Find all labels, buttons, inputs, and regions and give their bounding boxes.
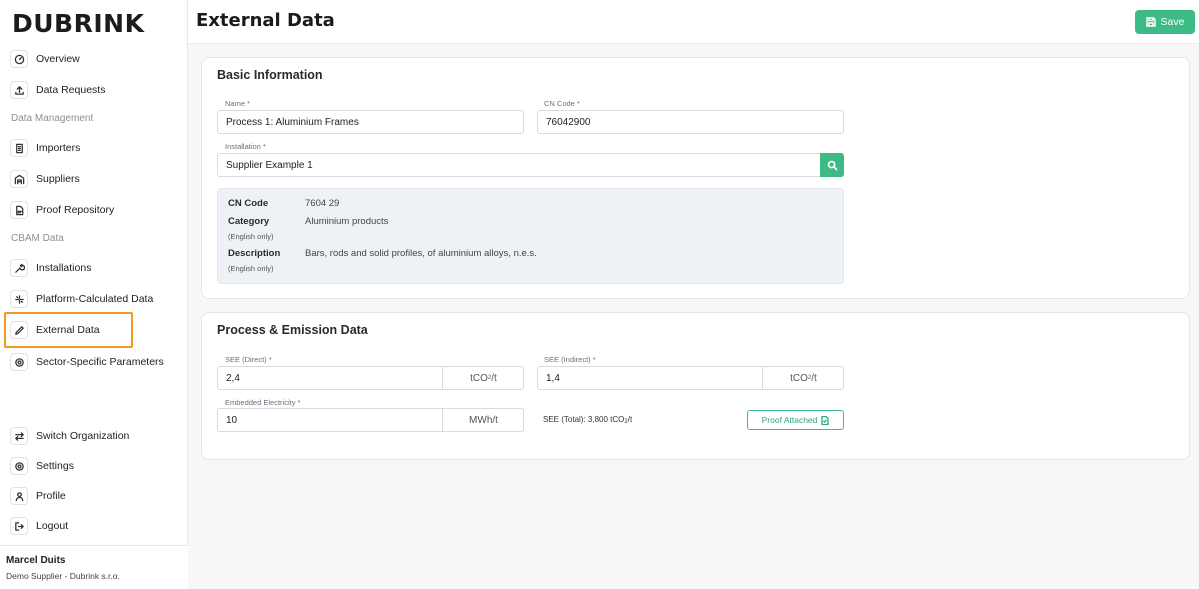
- nav-item-settings[interactable]: Settings: [10, 454, 74, 478]
- proof-attached-label: Proof Attached: [761, 415, 818, 425]
- building-icon: [10, 139, 28, 157]
- save-button[interactable]: Save: [1135, 10, 1195, 34]
- name-field-label: Name *: [225, 99, 251, 108]
- see-total-prefix: SEE (Total): 3,800 tCO: [543, 415, 625, 424]
- see-direct-label: SEE (Direct) *: [225, 355, 272, 364]
- cn-code-info-panel: CN Code 7604 29 Category (English only) …: [217, 188, 844, 284]
- name-input[interactable]: Process 1: Aluminium Frames: [217, 110, 524, 134]
- nav-item-switch-organization[interactable]: Switch Organization: [10, 424, 129, 448]
- sparkle-icon: [10, 290, 28, 308]
- section-label-data-management: Data Management: [11, 113, 94, 124]
- brand-logo[interactable]: DUBRINK: [12, 9, 144, 38]
- info-description-value: Bars, rods and solid profiles, of alumin…: [305, 248, 537, 259]
- nav-item-label: Logout: [36, 520, 69, 532]
- nav-item-external-data[interactable]: External Data: [10, 318, 100, 342]
- nav-item-data-requests[interactable]: Data Requests: [10, 78, 105, 102]
- page-header: External Data Save: [188, 0, 1199, 44]
- card-title-process-emission: Process & Emission Data: [217, 323, 368, 337]
- cn-code-field-label: CN Code *: [544, 99, 580, 108]
- see-total-tail: /t: [627, 415, 633, 424]
- nav-item-label: Data Requests: [36, 84, 106, 96]
- cn-code-input[interactable]: 76042900: [537, 110, 844, 134]
- gauge-icon: [10, 50, 28, 68]
- nav-item-label: Switch Organization: [36, 430, 130, 442]
- info-category-key: Category: [228, 216, 270, 227]
- document-icon: [821, 415, 830, 425]
- nav-item-label: Settings: [36, 460, 74, 472]
- unit-tail: /t: [491, 372, 497, 384]
- installation-field-label: Installation *: [225, 142, 266, 151]
- info-cn-code-key: CN Code: [228, 198, 269, 209]
- upload-icon: [10, 81, 28, 99]
- file-icon: [10, 201, 28, 219]
- nav-item-proof-repository[interactable]: Proof Repository: [10, 198, 114, 222]
- nav-item-label: Platform-Calculated Data: [36, 293, 154, 305]
- sidebar: DUBRINK Overview Data Requests Data Mana…: [0, 0, 188, 589]
- search-icon: [827, 160, 837, 170]
- section-label-cbam: CBAM Data: [11, 233, 64, 244]
- nav-item-label: Proof Repository: [36, 204, 115, 216]
- wrench-icon: [10, 259, 28, 277]
- nav-item-label: Installations: [36, 262, 92, 274]
- nav-item-profile[interactable]: Profile: [10, 484, 66, 508]
- basic-information-card: Basic Information Name * Process 1: Alum…: [201, 57, 1190, 299]
- see-indirect-label: SEE (Indirect) *: [544, 355, 596, 364]
- save-button-label: Save: [1160, 16, 1185, 28]
- see-direct-value: 2,4: [226, 372, 240, 384]
- unit-base: tCO: [790, 372, 808, 384]
- pencil-icon: [10, 321, 28, 339]
- see-total-text: SEE (Total): 3,800 tCO2/t: [543, 415, 632, 425]
- nav-item-platform-calculated-data[interactable]: Platform-Calculated Data: [10, 287, 153, 311]
- see-direct-unit: tCO 2/t: [442, 366, 524, 390]
- nav-item-label: Suppliers: [36, 173, 80, 185]
- nav-item-label: Profile: [36, 490, 66, 502]
- user-icon: [10, 487, 28, 505]
- card-title-basic-information: Basic Information: [217, 68, 323, 82]
- nav-item-logout[interactable]: Logout: [10, 514, 68, 538]
- nav-item-installations[interactable]: Installations: [10, 256, 91, 280]
- info-description-note: (English only): [228, 264, 274, 273]
- nav-item-sector-specific-parameters[interactable]: Sector-Specific Parameters: [10, 350, 164, 374]
- swap-icon: [10, 427, 28, 445]
- unit-base: tCO: [470, 372, 488, 384]
- nav-item-label: Overview: [36, 53, 80, 65]
- user-name: Marcel Duits: [6, 555, 66, 566]
- settings-icon: [10, 457, 28, 475]
- info-category-value: Aluminium products: [305, 216, 389, 227]
- info-category-note: (English only): [228, 232, 274, 241]
- nav-item-importers[interactable]: Importers: [10, 136, 80, 160]
- embedded-electricity-value: 10: [226, 414, 238, 426]
- unit-tail: /t: [811, 372, 817, 384]
- logout-icon: [10, 517, 28, 535]
- see-indirect-unit: tCO 2/t: [762, 366, 844, 390]
- see-indirect-value: 1,4: [546, 372, 560, 384]
- installation-input[interactable]: Supplier Example 1: [217, 153, 821, 177]
- warehouse-icon: [10, 170, 28, 188]
- save-icon: [1145, 17, 1156, 27]
- embedded-electricity-unit: MWh/t: [442, 408, 524, 432]
- nav-item-label: Sector-Specific Parameters: [36, 356, 164, 368]
- installation-search-button[interactable]: [820, 153, 844, 177]
- proof-attached-button[interactable]: Proof Attached: [747, 410, 844, 430]
- nav-item-overview[interactable]: Overview: [10, 47, 80, 71]
- nav-item-label: External Data: [36, 324, 100, 336]
- page-title: External Data: [196, 10, 335, 31]
- nav-item-suppliers[interactable]: Suppliers: [10, 167, 80, 191]
- cog-icon: [10, 353, 28, 371]
- user-profile-box[interactable]: Marcel Duits Demo Supplier - Dubrink s.r…: [0, 545, 188, 589]
- embedded-electricity-label: Embedded Electricity *: [225, 398, 301, 407]
- info-cn-code-value: 7604 29: [305, 198, 340, 209]
- info-description-key: Description: [228, 248, 281, 259]
- user-organization: Demo Supplier - Dubrink s.r.o.: [6, 571, 120, 581]
- process-emission-card: Process & Emission Data SEE (Direct) * 2…: [201, 312, 1190, 460]
- nav-item-label: Importers: [36, 142, 81, 154]
